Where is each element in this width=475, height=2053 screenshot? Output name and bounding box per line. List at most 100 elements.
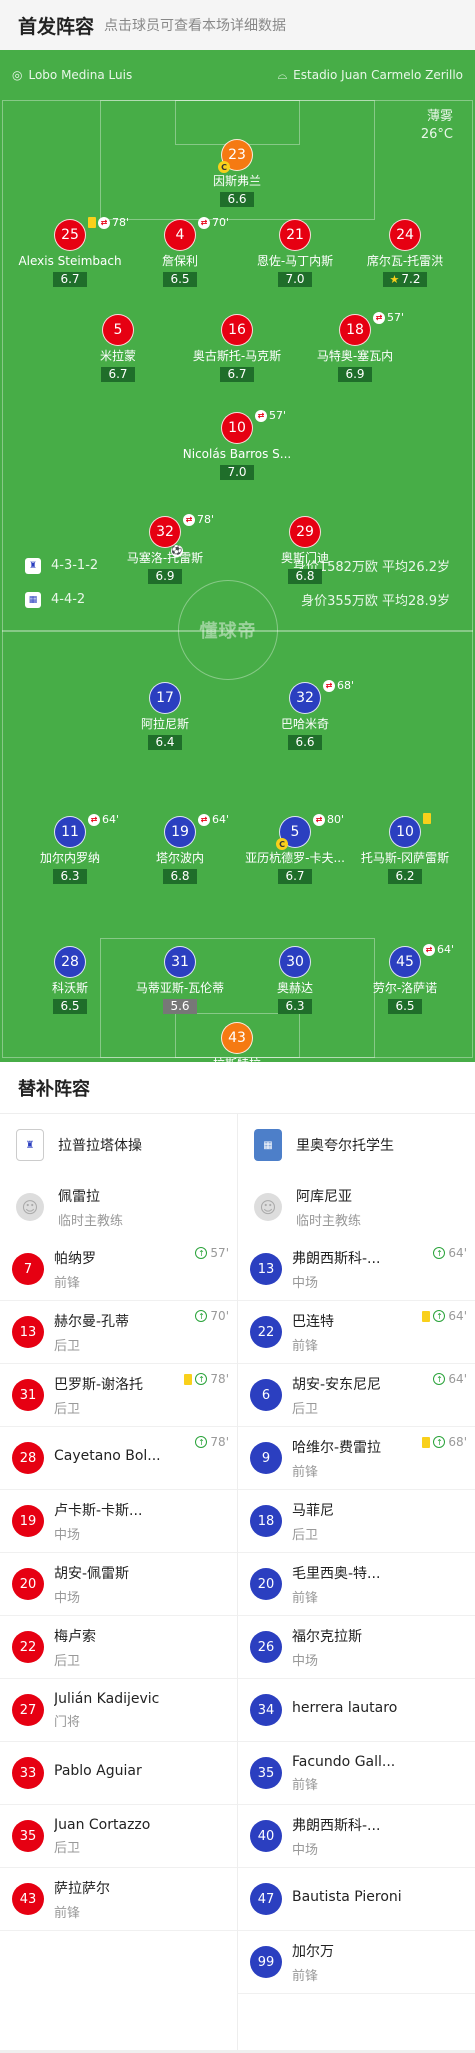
venue-bar: ◎ Lobo Medina Luis ⌓ Estadio Juan Carmelo … [0,50,475,100]
sub-player-info: 福尔克拉斯 中场 [292,1626,412,1669]
sub-player-name: 萨拉萨尔 [54,1880,110,1897]
sub-in-icon: ↑ [433,1310,446,1322]
away-coach[interactable]: ☺ 阿库尼亚 临时主教练 [238,1176,475,1238]
home-player[interactable]: 10 ⇄ 57' Nicolás Barros S... 7.0 [167,409,307,480]
player-rating: 6.9 [148,569,182,584]
player-number-text: 23 [228,147,246,163]
player-number-text: 45 [396,954,414,970]
sub-player-row[interactable]: 13 弗朗西斯科-... 中场 ↑ 64' [238,1238,475,1301]
away-player[interactable]: 17 阿拉尼斯 6.4 [95,682,235,750]
sub-player-row[interactable]: 99 加尔万 前锋 [238,1931,475,1994]
player-name: 马塞洛-托雷斯 [126,551,204,565]
home-player[interactable]: 23 C 因斯弗兰 6.6 [167,139,307,207]
sub-player-info: 梅卢索 后卫 [54,1626,174,1669]
away-player[interactable]: 45 ⇄ 64' 劳尔-洛萨诺 6.5 [335,943,475,1014]
sub-player-name: 巴罗斯-谢洛托 [54,1376,144,1393]
sub-in-icon: ↑ [195,1436,208,1448]
player-number: 28 [54,946,86,978]
sub-player-number: 31 [12,1379,44,1411]
sub-player-name: herrera lautaro [292,1700,398,1716]
sub-player-number: 20 [12,1568,44,1600]
sub-player-info: herrera lautaro [292,1700,412,1720]
rating-value: 6.3 [285,999,305,1013]
home-crest-icon: ♜ [25,557,41,574]
home-coach[interactable]: ☺ 佩雷拉 临时主教练 [0,1176,237,1238]
sub-player-row[interactable]: 35 Juan Cortazzo 后卫 [0,1805,237,1868]
sub-player-row[interactable]: 20 毛里西奥-特... 前锋 [238,1553,475,1616]
star-icon: ★ [389,273,400,286]
sub-player-position: 前锋 [54,1275,81,1291]
watermark: 懂球帝 [199,621,257,642]
player-rating: 6.7 [278,869,312,884]
sub-player-row[interactable]: 6 胡安-安东尼尼 后卫 ↑ 64' [238,1364,475,1427]
player-rating: 6.7 [101,367,135,382]
home-player[interactable]: 29 奥斯门迪 6.8 [235,516,375,584]
sub-player-position: 中场 [54,1590,81,1606]
sub-player-row[interactable]: 28 Cayetano Bol... ↑ 78' [0,1427,237,1490]
sub-player-number: 18 [250,1505,282,1537]
subs-title: 替补阵容 [0,1062,475,1114]
coach-avatar-icon: ☺ [16,1193,44,1221]
sub-player-name: 胡安-佩雷斯 [54,1565,130,1582]
sub-player-position: 中场 [54,1527,81,1543]
sub-player-info: 马菲尼 后卫 [292,1500,412,1543]
rating-value: 6.7 [227,367,247,381]
sub-player-row[interactable]: 9 哈维尔-费雷拉 前锋 ↑ 68' [238,1427,475,1490]
sub-player-row[interactable]: 22 梅卢索 后卫 [0,1616,237,1679]
sub-player-row[interactable]: 35 Facundo Gall... 前锋 [238,1742,475,1805]
sub-player-number: 22 [12,1631,44,1663]
sub-player-info: 巴连特 前锋 [292,1311,412,1354]
player-number-text: 19 [171,824,189,840]
home-coach-name: 佩雷拉 [58,1188,100,1205]
player-rating: 6.8 [163,869,197,884]
player-name: 托马斯-冈萨雷斯 [360,851,450,865]
sub-player-row[interactable]: 13 赫尔曼-孔蒂 后卫 ↑ 70' [0,1301,237,1364]
sub-player-number: 28 [12,1442,44,1474]
home-player[interactable]: 32 ⚽ ⇄ 78' 马塞洛-托雷斯 6.9 [95,513,235,584]
sub-off-icon: ⇄ [323,679,335,692]
sub-player-number: 7 [12,1253,44,1285]
sub-player-row[interactable]: 26 福尔克拉斯 中场 [238,1616,475,1679]
sub-player-row[interactable]: 18 马菲尼 后卫 [238,1490,475,1553]
sub-player-name: Pablo Aguiar [54,1763,142,1779]
referee: ◎ Lobo Medina Luis [12,68,133,82]
sub-player-row[interactable]: 27 Julián Kadijevic 门将 [0,1679,237,1742]
home-player[interactable]: 18 ⇄ 57' 马特奥-塞瓦内 6.9 [285,311,425,382]
sub-player-row[interactable]: 40 弗朗西斯科-... 中场 [238,1805,475,1868]
player-number: 5C [276,816,311,850]
away-player[interactable]: 32 ⇄ 68' 巴哈米奇 6.6 [235,679,375,750]
sub-player-name: 福尔克拉斯 [292,1628,362,1645]
sub-player-row[interactable]: 34 herrera lautaro [238,1679,475,1742]
away-crest-icon: ▦ [25,591,41,608]
sub-player-row[interactable]: 31 巴罗斯-谢洛托 后卫 ↑ 78' [0,1364,237,1427]
player-rating: 6.2 [388,869,422,884]
sub-player-row[interactable]: 47 Bautista Pieroni [238,1868,475,1931]
sub-player-row[interactable]: 7 帕纳罗 前锋 ↑ 57' [0,1238,237,1301]
home-player[interactable]: 24 席尔瓦-托雷洪 ★ 7.2 [335,219,475,287]
away-player[interactable]: 43拉斯特拉6.5 [167,1022,307,1062]
sub-player-position: 后卫 [54,1338,81,1354]
sub-player-row[interactable]: 43 萨拉萨尔 前锋 [0,1868,237,1931]
sub-player-row[interactable]: 22 巴连特 前锋 ↑ 64' [238,1301,475,1364]
player-events: ⇄ 64' [423,943,454,956]
away-player[interactable]: 10 托马斯-冈萨雷斯 6.2 [335,813,475,884]
away-summary: 身价355万欧 平均28.9岁 [301,594,450,609]
player-number: 16 [221,314,253,346]
sub-player-number: 22 [250,1316,282,1348]
sub-player-row[interactable]: 33 Pablo Aguiar [0,1742,237,1805]
player-rating: ★ 7.2 [382,272,428,287]
home-team[interactable]: ♜ 拉普拉塔体操 [0,1114,237,1176]
sub-in-time: 78' [210,1372,229,1386]
captain-badge-icon: C [218,161,230,173]
away-team[interactable]: ▦ 里奥夸尔托学生 [238,1114,475,1176]
player-number-text: 18 [346,322,364,338]
sub-time: 57' [387,311,405,324]
sub-in-info: ↑ 64' [422,1309,467,1323]
sub-player-info: 萨拉萨尔 前锋 [54,1878,174,1921]
player-number: 24 [389,219,421,251]
player-number-text: 25 [61,227,79,243]
sub-player-row[interactable]: 19 卢卡斯-卡斯... 中场 [0,1490,237,1553]
player-number-text: 32 [156,524,174,540]
sub-time: 64' [437,943,455,956]
sub-player-row[interactable]: 20 胡安-佩雷斯 中场 [0,1553,237,1616]
